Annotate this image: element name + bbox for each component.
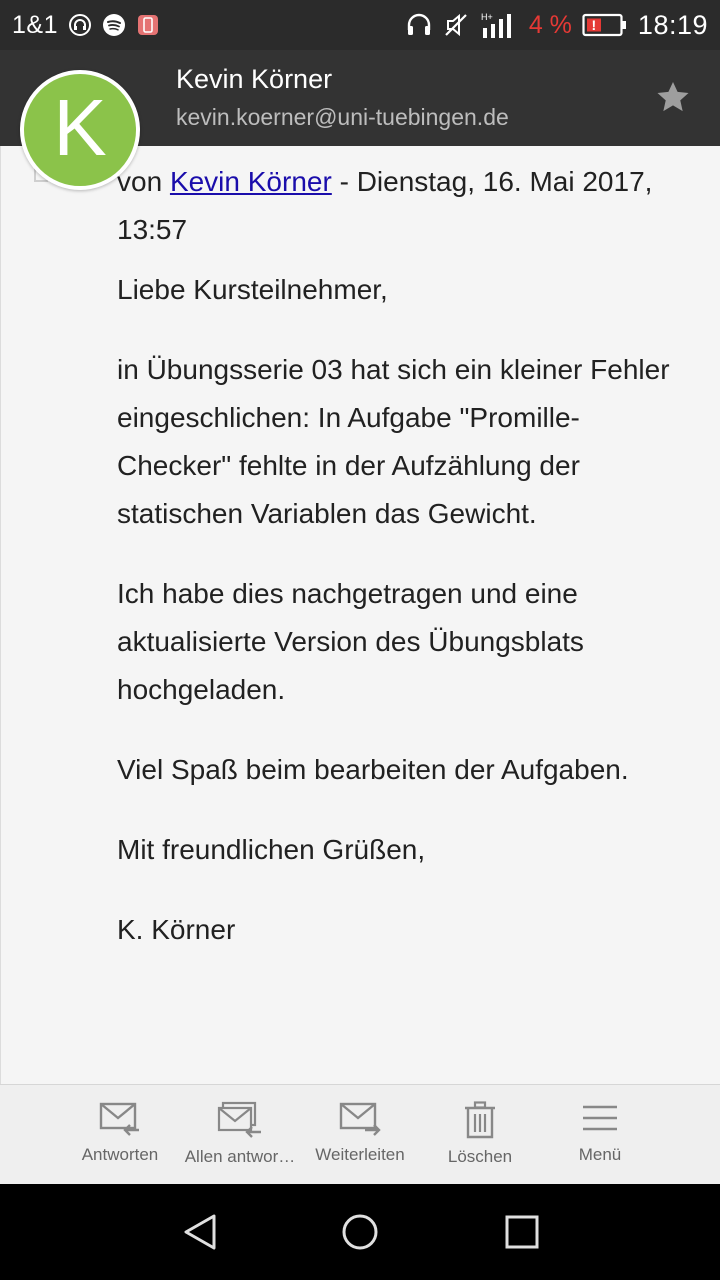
reply-button[interactable]: Antworten	[60, 1085, 180, 1185]
sender-name: Kevin Körner	[176, 64, 333, 94]
battery-icon: !	[582, 12, 628, 38]
message-text: von Kevin Körner - Dienstag, 16. Mai 201…	[117, 158, 677, 954]
navigation-bar	[0, 1184, 720, 1280]
signature: K. Körner	[117, 914, 236, 945]
spotify-icon	[102, 13, 126, 37]
headset-icon	[68, 13, 92, 37]
muted-icon	[443, 12, 469, 38]
headphones-icon	[405, 12, 433, 38]
forward-button[interactable]: Weiterleiten	[300, 1085, 420, 1185]
delete-button[interactable]: Löschen	[420, 1085, 540, 1185]
forward-label: Weiterleiten	[315, 1145, 405, 1164]
action-bar: Antworten Allen antwor… Weiterleiten Lös…	[0, 1084, 720, 1184]
divider	[0, 146, 1, 1084]
battery-percent: 4 %	[528, 10, 572, 39]
delete-label: Löschen	[447, 1147, 513, 1166]
message-meta: von Kevin Körner - Dienstag, 16. Mai 201…	[117, 158, 677, 254]
star-icon[interactable]	[654, 78, 692, 116]
sender-link[interactable]: Kevin Körner	[170, 166, 332, 197]
paragraph-3: Viel Spaß beim bearbeiten der Aufgaben.	[117, 754, 629, 785]
paragraph-2: Ich habe dies nachgetragen und eine aktu…	[117, 578, 584, 705]
paragraph-1: in Übungsserie 03 hat sich ein kleiner F…	[117, 354, 670, 529]
avatar-letter: K	[53, 83, 107, 172]
back-icon[interactable]	[180, 1212, 220, 1252]
message-body: von Kevin Körner - Dienstag, 16. Mai 201…	[0, 146, 720, 1084]
reply-all-icon	[217, 1101, 261, 1138]
greeting: Liebe Kursteilnehmer,	[117, 274, 388, 305]
recents-icon[interactable]	[502, 1212, 542, 1252]
app-notification-icon	[136, 13, 160, 37]
menu-icon	[583, 1105, 617, 1131]
forward-icon	[339, 1102, 381, 1136]
status-bar: 1&1 H+ 4 % ! 18:19	[0, 0, 720, 50]
reply-all-button[interactable]: Allen antwor…	[180, 1085, 300, 1185]
trash-icon	[465, 1101, 495, 1139]
signal-icon: H+	[479, 10, 519, 40]
menu-label: Menü	[578, 1145, 622, 1164]
menu-button[interactable]: Menü	[540, 1085, 660, 1185]
closing: Mit freundlichen Grüßen,	[117, 834, 426, 865]
avatar[interactable]: K	[20, 70, 140, 190]
svg-text:!: !	[591, 17, 596, 33]
sender-email: kevin.koerner@uni-tuebingen.de	[176, 104, 509, 130]
carrier-label: 1&1	[12, 10, 58, 39]
reply-icon	[99, 1102, 139, 1136]
reply-label: Antworten	[81, 1145, 159, 1164]
reply-all-label: Allen antwor…	[184, 1147, 296, 1166]
from-prefix: von	[117, 166, 170, 197]
clock: 18:19	[637, 9, 708, 40]
network-type-label: H+	[481, 12, 493, 22]
home-icon[interactable]	[340, 1212, 380, 1252]
